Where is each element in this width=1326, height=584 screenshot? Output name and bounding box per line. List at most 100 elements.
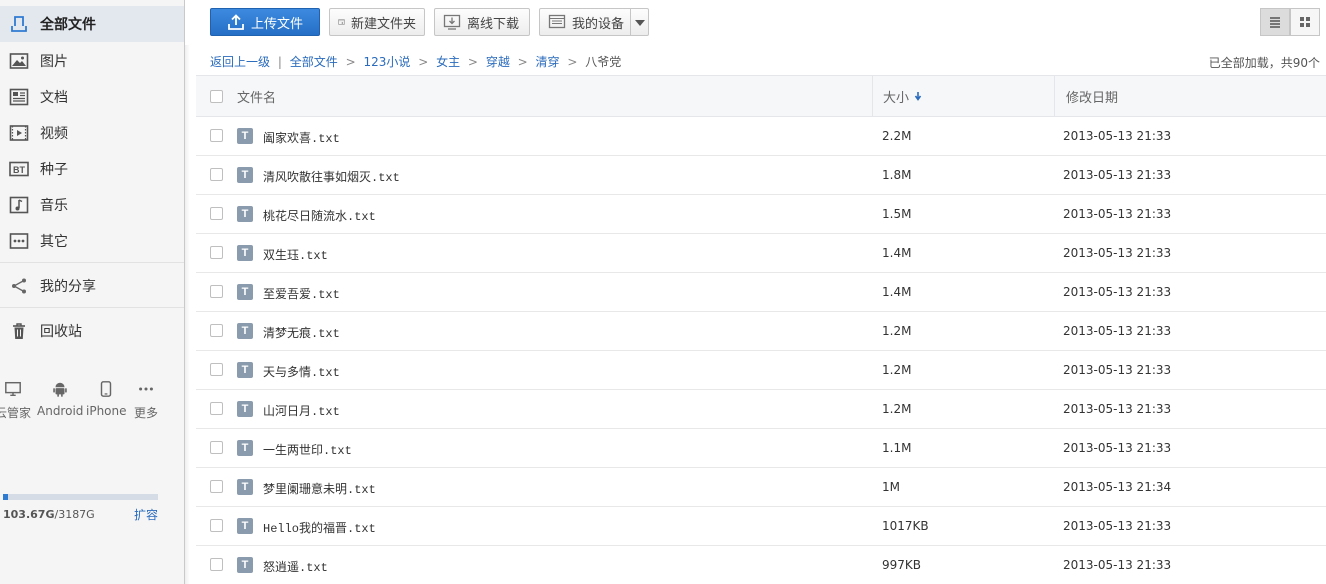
file-name[interactable]: 清风吹散往事如烟灭.txt [263,168,400,185]
sidebar-item-other[interactable]: 其它 [0,223,184,259]
sidebar-item-images[interactable]: 图片 [0,43,184,79]
sidebar-item-recycle-bin[interactable]: 回收站 [0,313,184,349]
sort-desc-icon [914,92,922,101]
back-link[interactable]: 返回上一级 [210,55,270,69]
sidebar-item-label: 文档 [40,90,68,106]
dropdown-divider [630,9,631,35]
file-date: 2013-05-13 21:33 [1063,519,1172,533]
file-name[interactable]: 怒逍遥.txt [263,558,328,575]
file-name[interactable]: 天与多情.txt [263,363,340,380]
table-row[interactable]: T 一生两世印.txt 1.1M 2013-05-13 21:33 [196,429,1326,468]
text-file-icon: T [237,323,253,339]
row-checkbox[interactable] [210,129,223,142]
table-row[interactable]: T 清梦无痕.txt 1.2M 2013-05-13 21:33 [196,312,1326,351]
device-iphone[interactable]: iPhone [86,378,127,418]
text-file-icon: T [237,401,253,417]
table-row[interactable]: T 至爱吾爱.txt 1.4M 2013-05-13 21:33 [196,273,1326,312]
offline-download-button-label: 离线下载 [467,16,520,32]
file-size: 1017KB [882,519,929,533]
breadcrumb-item[interactable]: 清穿 [536,55,560,69]
file-name[interactable]: 阖家欢喜.txt [263,129,340,146]
chevron-down-icon[interactable] [635,20,645,26]
table-row[interactable]: T 双生珏.txt 1.4M 2013-05-13 21:33 [196,234,1326,273]
file-name[interactable]: Hello我的福晋.txt [263,519,376,536]
table-row[interactable]: T 怒逍遥.txt 997KB 2013-05-13 21:33 [196,546,1326,584]
row-checkbox[interactable] [210,558,223,571]
music-icon [8,194,30,216]
upload-icon [228,14,244,30]
select-all-checkbox[interactable] [210,76,223,116]
row-checkbox[interactable] [210,480,223,493]
expand-storage-link[interactable]: 扩容 [134,506,158,523]
row-checkbox[interactable] [210,519,223,532]
file-size: 997KB [882,558,922,572]
text-file-icon: T [237,245,253,261]
table-row[interactable]: T 天与多情.txt 1.2M 2013-05-13 21:33 [196,351,1326,390]
file-date: 2013-05-13 21:33 [1063,285,1172,299]
my-devices-button[interactable]: 我的设备 [539,8,649,36]
device-label: 云管家 [0,406,31,420]
breadcrumb-item[interactable]: 全部文件 [290,55,338,69]
sidebar-item-label: 其它 [40,234,68,250]
list-view-button[interactable] [1260,8,1290,36]
offline-download-button[interactable]: 离线下载 [434,8,530,36]
text-file-icon: T [237,284,253,300]
grid-view-button[interactable] [1290,8,1320,36]
file-name[interactable]: 至爱吾爱.txt [263,285,340,302]
video-icon [8,122,30,144]
table-row[interactable]: T 梦里阑珊意未明.txt 1M 2013-05-13 21:34 [196,468,1326,507]
breadcrumb-item[interactable]: 女主 [436,55,460,69]
text-file-icon: T [237,557,253,573]
row-checkbox[interactable] [210,363,223,376]
share-icon [8,275,30,297]
bt-icon: BT [8,158,30,180]
row-checkbox[interactable] [210,168,223,181]
breadcrumb-item[interactable]: 123小说 [363,55,410,69]
row-checkbox[interactable] [210,285,223,298]
column-divider [1054,76,1055,116]
new-folder-button-label: 新建文件夹 [350,16,416,32]
sidebar-divider [0,262,184,263]
more-icon [130,378,162,400]
table-row[interactable]: T 阖家欢喜.txt 2.2M 2013-05-13 21:33 [196,117,1326,156]
device-more[interactable]: 更多 [130,378,162,421]
breadcrumb-item[interactable]: 穿越 [486,55,510,69]
row-checkbox[interactable] [210,207,223,220]
table-row[interactable]: T 山河日月.txt 1.2M 2013-05-13 21:33 [196,390,1326,429]
sidebar-item-label: 图片 [40,54,68,70]
row-checkbox[interactable] [210,246,223,259]
file-date: 2013-05-13 21:33 [1063,402,1172,416]
file-name[interactable]: 双生珏.txt [263,246,328,263]
sidebar-item-music[interactable]: 音乐 [0,187,184,223]
new-folder-icon [338,19,345,25]
file-name[interactable]: 一生两世印.txt [263,441,352,458]
table-row[interactable]: T Hello我的福晋.txt 1017KB 2013-05-13 21:33 [196,507,1326,546]
sidebar-item-my-share[interactable]: 我的分享 [0,268,184,304]
file-date: 2013-05-13 21:34 [1063,480,1172,494]
table-row[interactable]: T 桃花尽日随流水.txt 1.5M 2013-05-13 21:33 [196,195,1326,234]
upload-button[interactable]: 上传文件 [210,8,320,36]
table-row[interactable]: T 清风吹散往事如烟灭.txt 1.8M 2013-05-13 21:33 [196,156,1326,195]
sidebar-item-torrents[interactable]: BT 种子 [0,151,184,187]
file-name[interactable]: 山河日月.txt [263,402,340,419]
desktop-icon [0,378,32,400]
column-header-name[interactable]: 文件名 [237,76,276,116]
grid-view-icon [1300,17,1310,27]
column-header-date[interactable]: 修改日期 [1066,76,1118,116]
column-header-size[interactable]: 大小 [883,76,923,116]
sidebar-item-documents[interactable]: 文档 [0,79,184,115]
file-date: 2013-05-13 21:33 [1063,168,1172,182]
row-checkbox[interactable] [210,441,223,454]
device-android[interactable]: Android [37,378,83,418]
file-name[interactable]: 梦里阑珊意未明.txt [263,480,376,497]
device-label: Android [37,404,84,418]
file-name[interactable]: 清梦无痕.txt [263,324,340,341]
row-checkbox[interactable] [210,402,223,415]
new-folder-button[interactable]: 新建文件夹 [329,8,425,36]
iphone-icon [86,378,126,400]
file-name[interactable]: 桃花尽日随流水.txt [263,207,376,224]
sidebar-item-videos[interactable]: 视频 [0,115,184,151]
device-cloud-manager[interactable]: 云管家 [0,378,32,421]
sidebar-item-all-files[interactable]: 全部文件 [0,6,184,42]
row-checkbox[interactable] [210,324,223,337]
